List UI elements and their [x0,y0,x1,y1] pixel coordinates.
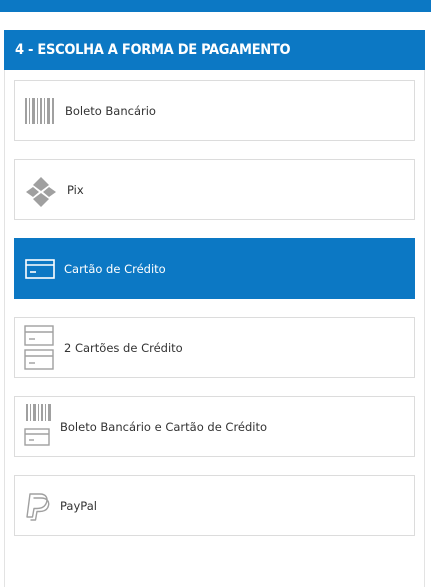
payment-option-label: 2 Cartões de Crédito [64,340,183,355]
payment-option-credit-card[interactable]: Cartão de Crédito [14,238,415,299]
credit-card-icon [25,259,55,279]
payment-option-pix[interactable]: Pix [14,159,415,220]
top-accent-bar [0,0,431,12]
payment-option-boleto[interactable]: Boleto Bancário [14,80,415,141]
payment-option-label: Cartão de Crédito [64,261,166,276]
pix-icon [26,177,56,207]
barcode-icon [25,98,54,124]
barcode-and-card-icon [24,404,51,446]
payment-option-label: Boleto Bancário e Cartão de Crédito [60,419,268,434]
paypal-icon [26,493,50,521]
payment-option-paypal[interactable]: PayPal [14,475,415,536]
two-credit-cards-icon [24,325,54,370]
section-title: 4 - ESCOLHA A FORMA DE PAGAMENTO [4,30,425,70]
payment-option-label: PayPal [60,498,97,513]
payment-option-label: Pix [67,182,84,197]
payment-option-two-credit-cards[interactable]: 2 Cartões de Crédito [14,317,415,378]
payment-option-boleto-and-card[interactable]: Boleto Bancário e Cartão de Crédito [14,396,415,457]
payment-option-label: Boleto Bancário [65,103,156,118]
